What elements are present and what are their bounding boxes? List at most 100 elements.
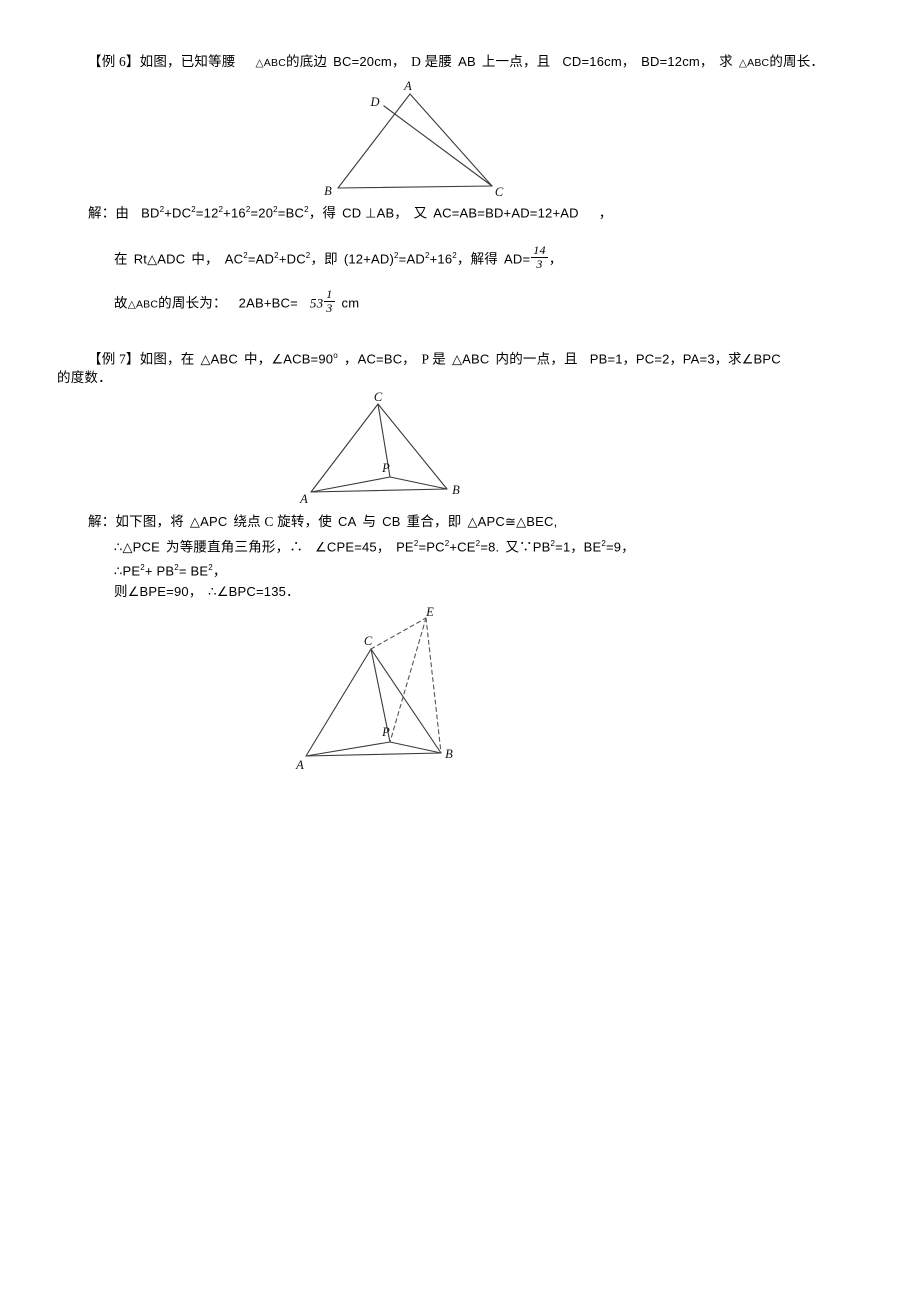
example7-solution-line2: ∴△PCE 为等腰直角三角形，∴ ∠CPE=45， PE2=PC2+CE2=8. 又∵P… <box>114 534 634 558</box>
edge-b-c <box>337 185 493 189</box>
solution-text-a: 由 <box>115 205 130 221</box>
triangle-abc-label: △ABC <box>127 298 159 311</box>
rt-triangle-adc: Rt△ADC <box>133 251 186 267</box>
figure-label-e: E <box>425 605 434 619</box>
pe-squared: PE <box>396 539 414 555</box>
example7-solution-line3: ∴PE2+ PB2= BE2， <box>114 558 227 582</box>
angle-bpc-label: ∠BPC <box>741 351 781 367</box>
eq-comma-b: ， <box>456 251 471 267</box>
edge-a-b <box>310 488 448 493</box>
sol7c-comma: ， <box>212 563 227 579</box>
segment-cb: CB <box>382 514 401 529</box>
eq-20: =20 <box>250 205 274 221</box>
example7-triangle-abc: △ABC <box>200 351 238 367</box>
example6-stem-text-1: 如图，已知等腰 <box>139 54 236 69</box>
example6-tag: 【例 6】 <box>88 54 140 69</box>
example7-triangle-abc-2: △ABC <box>451 351 490 367</box>
example6-stem-bc: BC=20cm， <box>333 54 406 69</box>
example6-stem-text-5: 求 <box>719 54 733 69</box>
solution2-text-b: 中， <box>191 251 219 267</box>
solution-comma: ， <box>598 205 613 221</box>
eq-16: +16 <box>223 205 246 221</box>
eq-ac2: AC <box>224 251 244 267</box>
example6-stem-text-3: D 是腰 <box>411 54 453 69</box>
example6-stem-bd: BD=12cm， <box>641 54 714 69</box>
fraction-denominator: 3 <box>324 300 335 315</box>
example7-stem-text-5: 求 <box>727 351 742 367</box>
pb-equals-1: =1， <box>555 539 584 555</box>
figure-label-a: A <box>403 79 412 93</box>
angle-acb-value: ∠ACB=90 <box>271 351 334 367</box>
degree-sup: o <box>333 351 338 360</box>
document-page: 【例 6】如图，已知等腰 △ABC的底边 BC=20cm， D 是腰 AB 上一点，且 CD… <box>0 0 920 1303</box>
figure-label-c: C <box>374 392 383 404</box>
example6-stem: 【例 6】如图，已知等腰 △ABC的底边 BC=20cm， D 是腰 AB 上一点，且 CD… <box>88 52 824 73</box>
example7-stem-text-1: 如图，在 <box>139 351 195 367</box>
example6-stem-cd: CD=16cm， <box>562 54 636 69</box>
sol7-text-b: 绕点 C 旋转，使 <box>233 514 332 529</box>
example6-stem-ab: AB <box>458 54 476 69</box>
solution-text-b: 得 <box>322 205 337 221</box>
figure-label-a: A <box>299 492 308 506</box>
solution2-text-a: 在 <box>114 251 128 267</box>
sol7d-therefore: ∴ <box>208 584 217 599</box>
be-squared: BE <box>583 539 602 555</box>
edge-d-c <box>383 105 493 187</box>
sol7-text-a: 如下图，将 <box>115 514 184 529</box>
sol7b-text-a: 为等腰直角三角形， <box>166 539 290 555</box>
example7-solution-line1: 解：如下图，将 △APC 绕点 C 旋转，使 CA 与 CB 重合，即 △APC≅△BEC, <box>88 512 557 532</box>
eq-dc2: +DC <box>278 251 306 267</box>
fraction-denominator: 3 <box>531 256 548 271</box>
solution2-text-c: 即 <box>324 251 338 267</box>
eq-bd: BD <box>141 205 160 221</box>
solution3-text-b: 的周长为： <box>158 295 227 311</box>
eq-cd-perp-ab: CD ⊥AB， <box>342 205 408 221</box>
eq-ac-ab: AC=AB=BD+AD=12+AD <box>433 205 579 221</box>
pc-squared: =PC <box>418 539 445 555</box>
ac-equals-bc: AC=BC， <box>357 351 416 367</box>
be-sq-term: = BE <box>178 563 209 579</box>
example7-tag: 【例 7】 <box>88 351 140 367</box>
sol7b-therefore: ∴ <box>289 539 304 555</box>
solution2-tail: ， <box>548 251 563 267</box>
example6-solution-line3: 故△ABC的周长为： 2AB+BC= 53 1 3 cm <box>114 288 359 314</box>
pb-value: PB=1， <box>589 351 636 367</box>
eq-ad2: =AD <box>247 251 275 267</box>
triangle-pce: ∴△PCE <box>114 539 160 555</box>
edge-p-a <box>310 476 391 493</box>
example7-stem-line1: 【例 7】如图，在 △ABC 中，∠ACB=90o ，AC=BC， P 是 △ABC 内的一… <box>88 346 781 370</box>
example7-figure-1: C A B P <box>296 392 476 507</box>
solution-prefix: 解： <box>88 205 116 221</box>
eq-ad2-b: =AD <box>398 251 425 267</box>
sol7d-text-a: 则 <box>114 584 128 599</box>
example6-solution-line2: 在 Rt△ADC 中， AC2=AD2+DC2，即 (12+AD)2=AD2+162，解… <box>114 244 562 270</box>
pb-squared: PB <box>532 539 551 555</box>
edge-a-b <box>305 752 442 757</box>
example7-stem-text-4: 内的一点，且 <box>495 351 578 367</box>
solution2-text-d: 解得 <box>470 251 499 267</box>
eq-12-plus-ad: (12+AD) <box>343 251 395 267</box>
figure-label-c: C <box>495 185 504 198</box>
solution-text-c: 又 <box>413 205 428 221</box>
sol7-text-d: 重合，即 <box>406 514 462 529</box>
sol7-text-c: 与 <box>362 514 377 529</box>
eq-tail: ， <box>308 205 323 221</box>
figure-label-c: C <box>364 634 373 648</box>
edge-c-a <box>305 648 372 757</box>
fraction-numerator: 14 <box>533 243 546 257</box>
eq-dc: +DC <box>164 205 192 221</box>
sol7b-text-b: 又∵ <box>505 539 533 555</box>
pc-value: PC=2， <box>635 351 683 367</box>
eq-16-b: +16 <box>429 251 453 267</box>
figure-label-p: P <box>381 461 390 475</box>
example7-comma-1: ， <box>343 351 358 367</box>
figure-label-b: B <box>324 184 332 198</box>
eq-bc: =BC <box>277 205 305 221</box>
solution3-text-a: 故 <box>114 295 128 311</box>
equals-8: =8. <box>480 539 500 555</box>
edge-c-b <box>377 403 448 490</box>
example7-stem-text-6: 的度数． <box>57 370 112 385</box>
example7-figure-2: E C A B P <box>290 605 470 780</box>
eq-12: =12 <box>195 205 219 221</box>
example6-stem-triangle-abc: △ABC <box>255 57 286 69</box>
